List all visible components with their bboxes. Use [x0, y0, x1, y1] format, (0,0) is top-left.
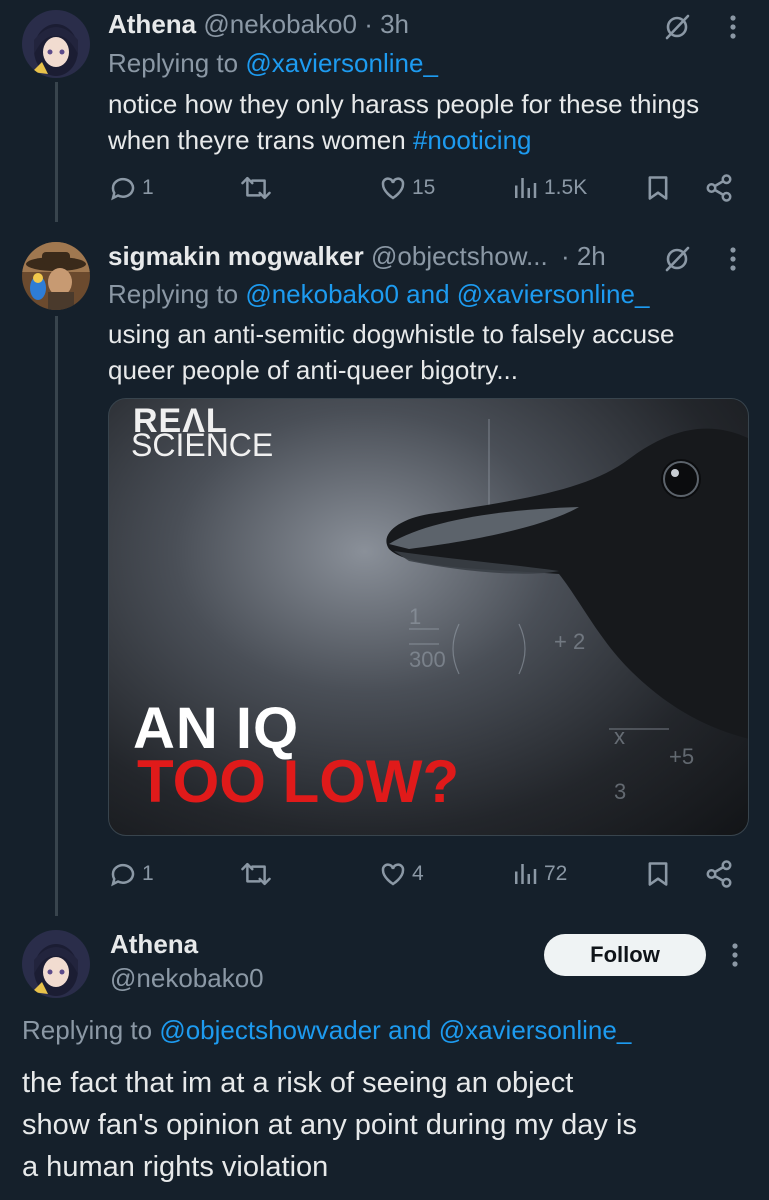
grok-slash-icon[interactable] — [662, 12, 692, 47]
replying-prefix: Replying to — [108, 48, 239, 78]
retweet-icon — [240, 859, 272, 889]
replying-to: Replying to @xaviersonline_ — [108, 47, 438, 79]
reply-icon — [108, 859, 138, 889]
tweet-body: notice how they only harass people for t… — [108, 89, 700, 155]
mention-link[interactable]: @nekobako0 — [245, 279, 399, 309]
share-button[interactable] — [704, 856, 734, 892]
display-name[interactable]: Athena — [108, 9, 196, 39]
svg-text:+5: +5 — [669, 744, 694, 769]
mention-link[interactable]: @xaviersonline_ — [457, 279, 650, 309]
tweet-body-line: a human rights violation — [22, 1151, 329, 1183]
user-handle[interactable]: @nekobako0 — [110, 962, 264, 994]
share-icon — [704, 859, 734, 889]
user-handle[interactable]: @objectshow... — [371, 241, 548, 271]
tweet-actions: 1 4 72 — [108, 856, 748, 892]
share-button[interactable] — [704, 170, 734, 206]
media-headline-red: TOO LOW? — [137, 748, 460, 815]
replying-and: and — [406, 279, 450, 309]
bookmark-icon — [644, 859, 672, 889]
reply-button[interactable]: 1 — [108, 856, 154, 892]
thread-view: Athena @nekobako0 · 3h Replying to @xavi… — [0, 0, 769, 1200]
svg-text:300: 300 — [409, 647, 446, 672]
avatar[interactable] — [22, 10, 90, 78]
tweet-text: notice how they only harass people for t… — [108, 86, 748, 158]
retweet-button[interactable] — [240, 856, 272, 892]
tweet-media-image[interactable]: 1 300 + 2 +5 3 x REΛL SCIENCE AN IQ TOO … — [108, 398, 749, 836]
tweet-actions: 1 15 1.5K — [108, 170, 748, 206]
thread-line-2 — [55, 316, 58, 916]
replying-prefix: Replying to — [108, 279, 239, 309]
mention-link[interactable]: @xaviersonline_ — [439, 1015, 632, 1045]
bookmark-button[interactable] — [644, 170, 672, 206]
display-name[interactable]: Athena — [110, 928, 198, 960]
like-button[interactable]: 15 — [378, 170, 435, 206]
avatar[interactable] — [22, 242, 90, 310]
tweet-body-line: the fact that im at a risk of seeing an … — [22, 1067, 574, 1099]
svg-text:3: 3 — [614, 779, 626, 804]
tweet-text: using an anti-semitic dogwhistle to fals… — [108, 316, 758, 388]
tweet-header: sigmakin mogwalker @objectshow... · 2h — [108, 240, 606, 272]
retweet-icon — [240, 173, 272, 203]
reply-count: 1 — [142, 862, 154, 885]
retweet-button[interactable] — [240, 170, 272, 206]
brand-logo-text: SCIENCE — [131, 427, 274, 463]
display-name[interactable]: sigmakin mogwalker — [108, 241, 364, 271]
like-icon — [378, 173, 408, 203]
reply-button[interactable]: 1 — [108, 170, 154, 206]
grok-slash-icon[interactable] — [662, 244, 692, 279]
user-handle[interactable]: @nekobako0 — [203, 9, 357, 39]
like-icon — [378, 859, 408, 889]
replying-to: Replying to @objectshowvader and @xavier… — [22, 1014, 631, 1046]
views-icon — [510, 859, 540, 889]
svg-text:+ 2: + 2 — [554, 629, 585, 654]
like-count: 15 — [412, 176, 436, 199]
share-icon — [704, 173, 734, 203]
mention-link[interactable]: @objectshowvader — [159, 1015, 381, 1045]
like-count: 4 — [412, 862, 424, 885]
replying-prefix: Replying to — [22, 1015, 153, 1045]
reply-count: 1 — [142, 176, 154, 199]
view-count: 72 — [544, 862, 568, 885]
bookmark-button[interactable] — [644, 856, 672, 892]
view-count: 1.5K — [544, 176, 588, 199]
more-icon[interactable] — [726, 12, 740, 47]
replying-to: Replying to @nekobako0 and @xaviersonlin… — [108, 278, 649, 310]
tweet-body-line: show fan's opinion at any point during m… — [22, 1109, 637, 1141]
views-button[interactable]: 72 — [510, 856, 567, 892]
tweet-header: Athena @nekobako0 · 3h — [108, 8, 409, 40]
svg-text:x: x — [614, 724, 625, 749]
svg-text:1: 1 — [409, 604, 421, 629]
tweet-body-line: queer people of anti-queer bigotry... — [108, 355, 519, 385]
more-icon[interactable] — [728, 940, 742, 975]
follow-button[interactable]: Follow — [544, 934, 706, 976]
bookmark-icon — [644, 173, 672, 203]
replying-and: and — [388, 1015, 432, 1045]
views-button[interactable]: 1.5K — [510, 170, 587, 206]
mention-link[interactable]: @xaviersonline_ — [245, 48, 438, 78]
like-button[interactable]: 4 — [378, 856, 424, 892]
views-icon — [510, 173, 540, 203]
tweet-text: the fact that im at a risk of seeing an … — [22, 1062, 762, 1188]
reply-icon — [108, 173, 138, 203]
more-icon[interactable] — [726, 244, 740, 279]
hashtag-link[interactable]: #nooticing — [413, 125, 532, 155]
thread-line-1 — [55, 82, 58, 222]
avatar[interactable] — [22, 930, 90, 998]
timestamp[interactable]: · 3h — [364, 9, 409, 39]
tweet-body-line: using an anti-semitic dogwhistle to fals… — [108, 319, 675, 349]
timestamp[interactable]: · 2h — [561, 241, 606, 271]
